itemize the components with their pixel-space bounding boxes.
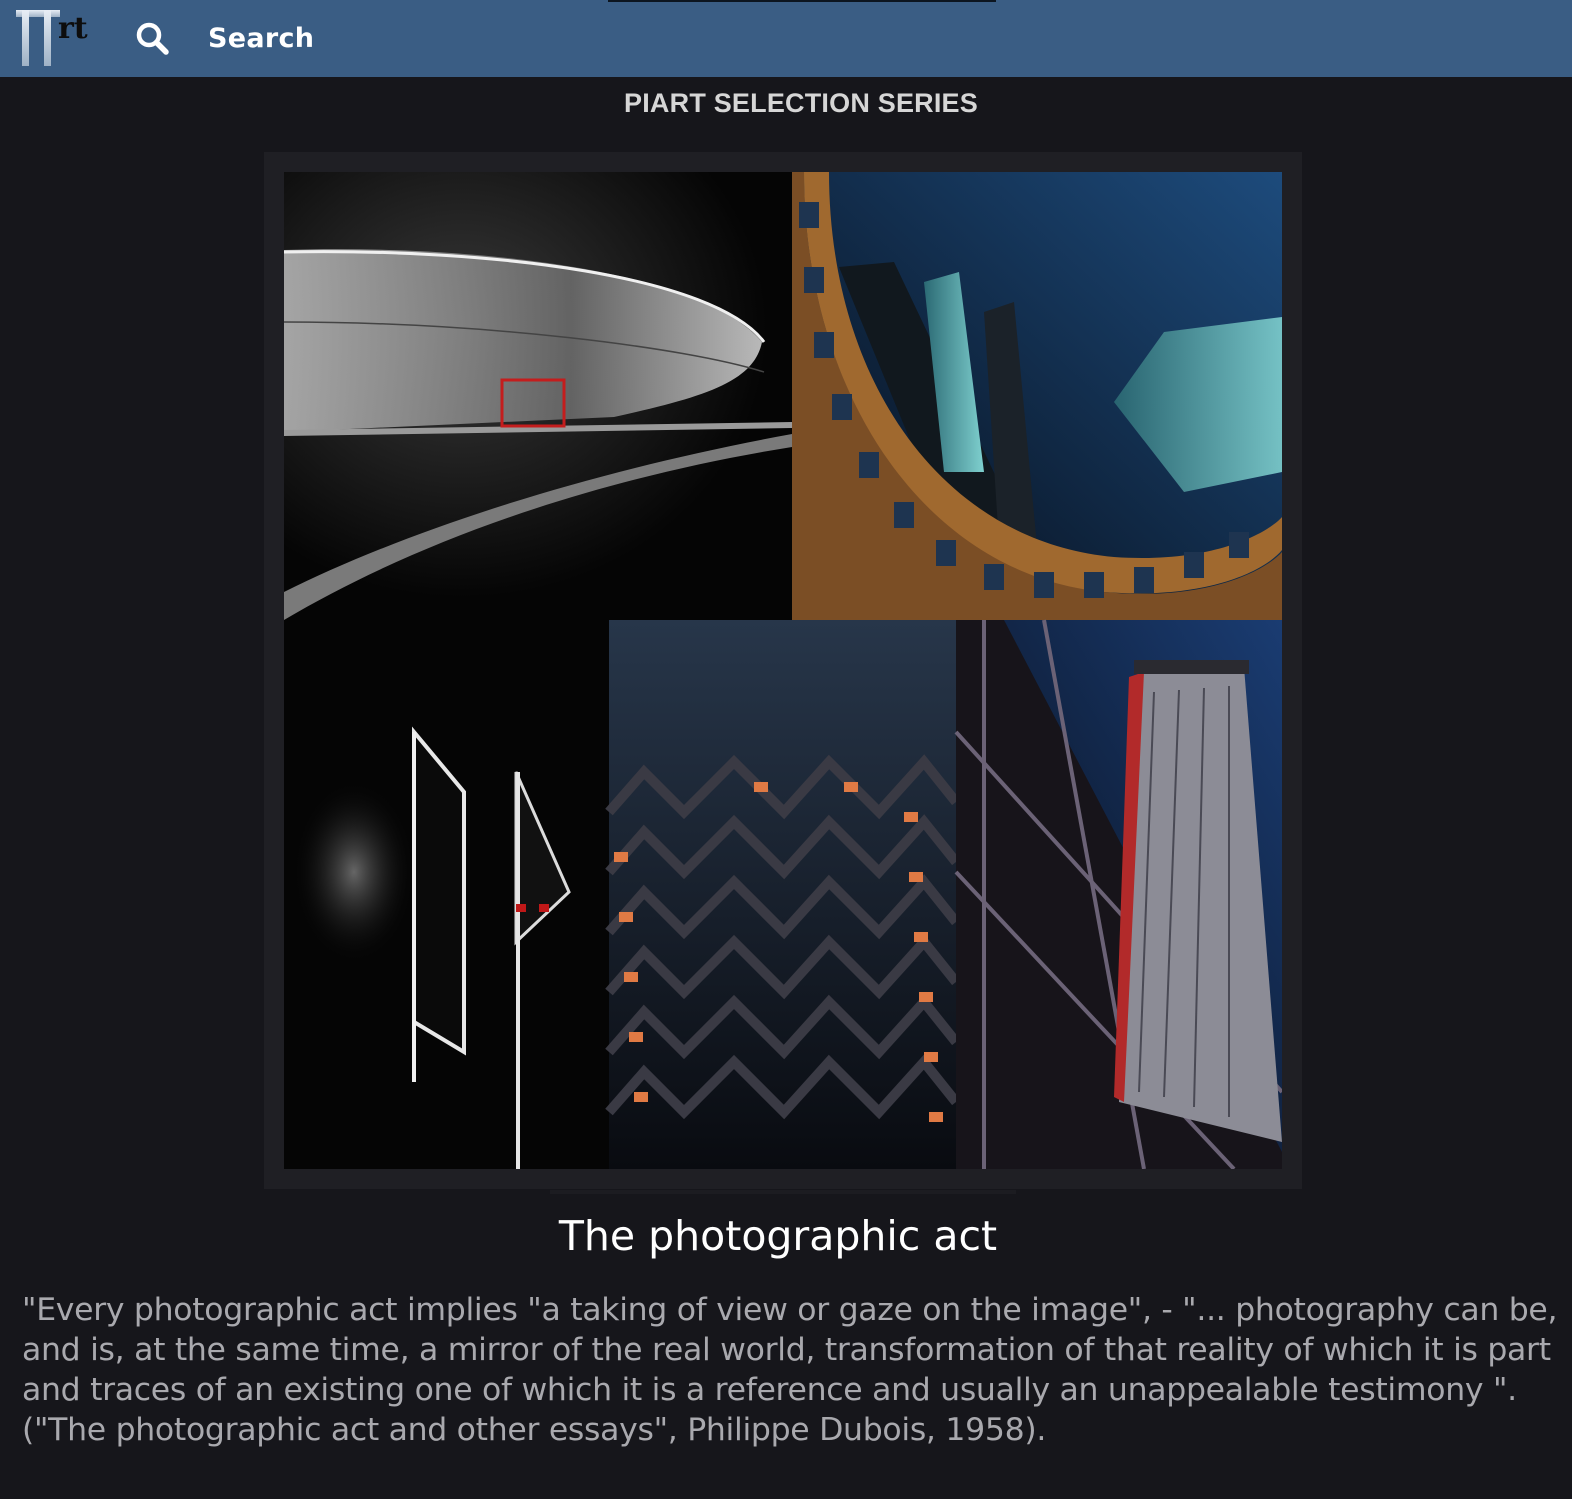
top-navigation-bar: rt Search xyxy=(0,0,1572,77)
svg-text:rt: rt xyxy=(58,11,88,46)
architecture-collage xyxy=(284,172,1282,1169)
artwork-image[interactable] xyxy=(284,172,1282,1169)
series-title: PIART SELECTION SERIES xyxy=(624,88,978,118)
top-progress-strip xyxy=(608,0,996,2)
caption-divider xyxy=(550,1190,1016,1194)
search-button[interactable]: Search xyxy=(130,14,330,62)
logo-mark: rt xyxy=(16,10,88,66)
search-label: Search xyxy=(208,22,315,54)
artwork-title: The photographic act xyxy=(558,1212,998,1260)
search-icon xyxy=(136,22,169,55)
artwork-description: "Every photographic act implies "a takin… xyxy=(22,1292,1558,1448)
site-logo[interactable]: rt xyxy=(14,4,106,70)
